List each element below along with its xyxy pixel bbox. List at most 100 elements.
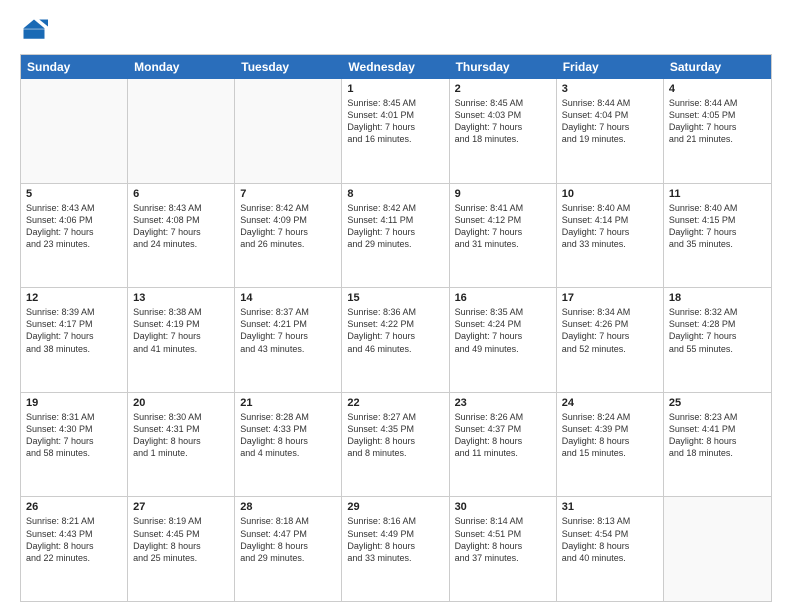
empty-cell-0-2 (235, 79, 342, 183)
day-number: 30 (455, 501, 551, 513)
day-info: Sunrise: 8:37 AMSunset: 4:21 PMDaylight:… (240, 306, 336, 355)
day-cell-9: 9 Sunrise: 8:41 AMSunset: 4:12 PMDaylight… (450, 184, 557, 288)
day-number: 2 (455, 83, 551, 95)
day-number: 7 (240, 188, 336, 200)
day-cell-18: 18 Sunrise: 8:32 AMSunset: 4:28 PMDayligh… (664, 288, 771, 392)
day-cell-7: 7 Sunrise: 8:42 AMSunset: 4:09 PMDaylight… (235, 184, 342, 288)
day-number: 20 (133, 397, 229, 409)
day-number: 21 (240, 397, 336, 409)
day-number: 29 (347, 501, 443, 513)
logo-icon (20, 16, 48, 44)
day-number: 3 (562, 83, 658, 95)
day-info: Sunrise: 8:38 AMSunset: 4:19 PMDaylight:… (133, 306, 229, 355)
calendar-week-5: 26 Sunrise: 8:21 AMSunset: 4:43 PMDayligh… (21, 497, 771, 601)
day-cell-22: 22 Sunrise: 8:27 AMSunset: 4:35 PMDayligh… (342, 393, 449, 497)
day-number: 26 (26, 501, 122, 513)
day-number: 24 (562, 397, 658, 409)
empty-cell-4-6 (664, 497, 771, 601)
day-cell-13: 13 Sunrise: 8:38 AMSunset: 4:19 PMDayligh… (128, 288, 235, 392)
day-info: Sunrise: 8:44 AMSunset: 4:05 PMDaylight:… (669, 97, 766, 146)
calendar-week-3: 12 Sunrise: 8:39 AMSunset: 4:17 PMDayligh… (21, 288, 771, 393)
day-cell-2: 2 Sunrise: 8:45 AMSunset: 4:03 PMDaylight… (450, 79, 557, 183)
day-cell-31: 31Sunrise: 8:13 AMSunset: 4:54 PMDayligh… (557, 497, 664, 601)
day-info: Sunrise: 8:21 AMSunset: 4:43 PMDaylight:… (26, 515, 122, 564)
day-number: 15 (347, 292, 443, 304)
header-day-wednesday: Wednesday (342, 55, 449, 79)
day-number: 12 (26, 292, 122, 304)
header-day-thursday: Thursday (450, 55, 557, 79)
day-cell-6: 6Sunrise: 8:43 AMSunset: 4:08 PMDaylight… (128, 184, 235, 288)
day-info: Sunrise: 8:32 AMSunset: 4:28 PMDaylight:… (669, 306, 766, 355)
empty-cell-0-1 (128, 79, 235, 183)
day-cell-1: 1 Sunrise: 8:45 AMSunset: 4:01 PMDaylight… (342, 79, 449, 183)
empty-cell-0-0 (21, 79, 128, 183)
day-cell-16: 16Sunrise: 8:35 AMSunset: 4:24 PMDayligh… (450, 288, 557, 392)
calendar-table: SundayMondayTuesdayWednesdayThursdayFrid… (20, 54, 772, 602)
day-info: Sunrise: 8:28 AMSunset: 4:33 PMDaylight:… (240, 411, 336, 460)
day-cell-29: 29 Sunrise: 8:16 AMSunset: 4:49 PMDayligh… (342, 497, 449, 601)
day-number: 13 (133, 292, 229, 304)
header-day-tuesday: Tuesday (235, 55, 342, 79)
day-number: 19 (26, 397, 122, 409)
day-info: Sunrise: 8:44 AMSunset: 4:04 PMDaylight:… (562, 97, 658, 146)
day-info: Sunrise: 8:42 AMSunset: 4:09 PMDaylight:… (240, 202, 336, 251)
day-info: Sunrise: 8:45 AMSunset: 4:01 PMDaylight:… (347, 97, 443, 146)
calendar-week-2: 5Sunrise: 8:43 AMSunset: 4:06 PMDaylight… (21, 184, 771, 289)
day-cell-3: 3 Sunrise: 8:44 AMSunset: 4:04 PMDaylight… (557, 79, 664, 183)
header-day-friday: Friday (557, 55, 664, 79)
calendar-week-1: 1 Sunrise: 8:45 AMSunset: 4:01 PMDaylight… (21, 79, 771, 184)
day-number: 16 (455, 292, 551, 304)
day-info: Sunrise: 8:26 AMSunset: 4:37 PMDaylight:… (455, 411, 551, 460)
day-cell-5: 5Sunrise: 8:43 AMSunset: 4:06 PMDaylight… (21, 184, 128, 288)
logo (20, 16, 52, 44)
day-number: 6 (133, 188, 229, 200)
day-cell-19: 19 Sunrise: 8:31 AMSunset: 4:30 PMDayligh… (21, 393, 128, 497)
day-cell-24: 24 Sunrise: 8:24 AMSunset: 4:39 PMDayligh… (557, 393, 664, 497)
day-info: Sunrise: 8:19 AMSunset: 4:45 PMDaylight:… (133, 515, 229, 564)
day-info: Sunrise: 8:27 AMSunset: 4:35 PMDaylight:… (347, 411, 443, 460)
day-number: 23 (455, 397, 551, 409)
calendar-week-4: 19 Sunrise: 8:31 AMSunset: 4:30 PMDayligh… (21, 393, 771, 498)
day-number: 8 (347, 188, 443, 200)
header-day-saturday: Saturday (664, 55, 771, 79)
day-info: Sunrise: 8:31 AMSunset: 4:30 PMDaylight:… (26, 411, 122, 460)
day-info: Sunrise: 8:45 AMSunset: 4:03 PMDaylight:… (455, 97, 551, 146)
day-number: 9 (455, 188, 551, 200)
day-number: 10 (562, 188, 658, 200)
header (20, 16, 772, 44)
day-info: Sunrise: 8:24 AMSunset: 4:39 PMDaylight:… (562, 411, 658, 460)
day-cell-21: 21 Sunrise: 8:28 AMSunset: 4:33 PMDayligh… (235, 393, 342, 497)
day-info: Sunrise: 8:43 AMSunset: 4:06 PMDaylight:… (26, 202, 122, 251)
day-cell-23: 23 Sunrise: 8:26 AMSunset: 4:37 PMDayligh… (450, 393, 557, 497)
day-cell-12: 12 Sunrise: 8:39 AMSunset: 4:17 PMDayligh… (21, 288, 128, 392)
day-info: Sunrise: 8:13 AMSunset: 4:54 PMDaylight:… (562, 515, 658, 564)
day-info: Sunrise: 8:18 AMSunset: 4:47 PMDaylight:… (240, 515, 336, 564)
day-number: 18 (669, 292, 766, 304)
day-cell-4: 4 Sunrise: 8:44 AMSunset: 4:05 PMDaylight… (664, 79, 771, 183)
day-number: 25 (669, 397, 766, 409)
day-info: Sunrise: 8:40 AMSunset: 4:15 PMDaylight:… (669, 202, 766, 251)
day-info: Sunrise: 8:16 AMSunset: 4:49 PMDaylight:… (347, 515, 443, 564)
day-cell-30: 30 Sunrise: 8:14 AMSunset: 4:51 PMDayligh… (450, 497, 557, 601)
day-info: Sunrise: 8:42 AMSunset: 4:11 PMDaylight:… (347, 202, 443, 251)
calendar-header: SundayMondayTuesdayWednesdayThursdayFrid… (21, 55, 771, 79)
calendar-body: 1 Sunrise: 8:45 AMSunset: 4:01 PMDaylight… (21, 79, 771, 601)
day-info: Sunrise: 8:14 AMSunset: 4:51 PMDaylight:… (455, 515, 551, 564)
header-day-monday: Monday (128, 55, 235, 79)
day-number: 22 (347, 397, 443, 409)
day-cell-25: 25 Sunrise: 8:23 AMSunset: 4:41 PMDayligh… (664, 393, 771, 497)
day-number: 14 (240, 292, 336, 304)
day-info: Sunrise: 8:41 AMSunset: 4:12 PMDaylight:… (455, 202, 551, 251)
day-cell-8: 8 Sunrise: 8:42 AMSunset: 4:11 PMDaylight… (342, 184, 449, 288)
day-info: Sunrise: 8:23 AMSunset: 4:41 PMDaylight:… (669, 411, 766, 460)
calendar: SundayMondayTuesdayWednesdayThursdayFrid… (20, 54, 772, 602)
day-number: 1 (347, 83, 443, 95)
day-cell-26: 26 Sunrise: 8:21 AMSunset: 4:43 PMDayligh… (21, 497, 128, 601)
day-info: Sunrise: 8:30 AMSunset: 4:31 PMDaylight:… (133, 411, 229, 460)
day-cell-11: 11Sunrise: 8:40 AMSunset: 4:15 PMDayligh… (664, 184, 771, 288)
day-number: 4 (669, 83, 766, 95)
day-cell-14: 14 Sunrise: 8:37 AMSunset: 4:21 PMDayligh… (235, 288, 342, 392)
day-number: 27 (133, 501, 229, 513)
day-info: Sunrise: 8:39 AMSunset: 4:17 PMDaylight:… (26, 306, 122, 355)
day-cell-10: 10Sunrise: 8:40 AMSunset: 4:14 PMDayligh… (557, 184, 664, 288)
